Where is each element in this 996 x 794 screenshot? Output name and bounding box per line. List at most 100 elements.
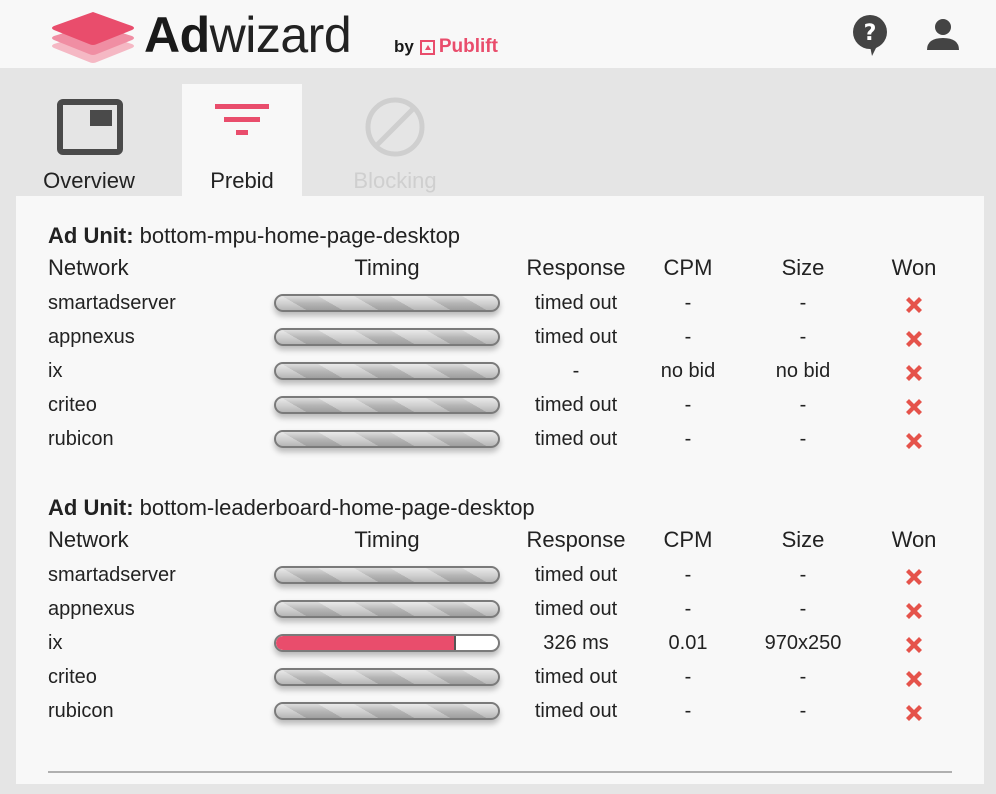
bid-row: ix 326 ms 0.01 970x250 — [48, 626, 952, 660]
timing-bar — [274, 566, 500, 584]
cpm-value: - — [684, 666, 692, 688]
timing-bar — [274, 328, 500, 346]
stacked-layers-logo-icon — [52, 12, 134, 63]
tab-blocking[interactable]: Blocking — [335, 84, 455, 196]
response-value: timed out — [534, 326, 618, 348]
network-name: criteo — [48, 394, 97, 416]
network-name: ix — [48, 632, 63, 654]
response-value: - — [572, 360, 580, 382]
tab-bar: Overview Prebid Blocking — [0, 68, 996, 196]
bid-row: appnexus timed out - - — [48, 592, 952, 626]
top-bar: Adwizard by Publift ? — [0, 0, 996, 68]
header-won: Won — [891, 527, 937, 552]
timing-bar — [274, 600, 500, 618]
ad-unit-name: bottom-leaderboard-home-page-desktop — [139, 495, 535, 520]
cpm-value: - — [684, 292, 692, 314]
network-name: smartadserver — [48, 292, 176, 314]
header-network: Network — [48, 527, 129, 552]
size-value: - — [799, 700, 807, 722]
size-value: - — [799, 292, 807, 314]
timing-bar — [274, 702, 500, 720]
timing-bar — [274, 668, 500, 686]
filter-funnel-icon — [215, 104, 269, 135]
red-x-icon — [906, 603, 922, 619]
header-response: Response — [526, 255, 626, 280]
tab-overview[interactable]: Overview — [29, 84, 149, 196]
cpm-value: - — [684, 326, 692, 348]
table-header: Network Timing Response CPM Size Won — [48, 522, 952, 558]
by-label: by — [394, 37, 414, 56]
overview-window-icon — [57, 99, 123, 155]
svg-text:?: ? — [864, 21, 877, 46]
size-value: - — [799, 428, 807, 450]
network-name: appnexus — [48, 326, 135, 348]
network-name: appnexus — [48, 598, 135, 620]
response-value: 326 ms — [543, 632, 609, 654]
bid-row: smartadserver timed out - - — [48, 558, 952, 592]
bid-row: rubicon timed out - - — [48, 694, 952, 728]
response-value: timed out — [534, 428, 618, 450]
block-circle-icon — [365, 97, 425, 157]
timing-bar — [274, 634, 500, 652]
cpm-value: - — [684, 700, 692, 722]
cpm-value: no bid — [660, 360, 716, 382]
ad-unit-section: Ad Unit: bottom-mpu-home-page-desktop Ne… — [48, 222, 952, 456]
timing-bar-fill — [276, 636, 456, 650]
red-x-icon — [906, 637, 922, 653]
tab-overview-label: Overview — [43, 168, 135, 193]
tab-blocking-label: Blocking — [353, 168, 437, 193]
red-x-icon — [906, 569, 922, 585]
tab-prebid[interactable]: Prebid — [182, 84, 302, 196]
bid-row: smartadserver timed out - - — [48, 286, 952, 320]
bid-row: ix - no bid no bid — [48, 354, 952, 388]
red-x-icon — [906, 433, 922, 449]
header-timing: Timing — [354, 255, 420, 280]
red-x-icon — [906, 399, 922, 415]
network-name: rubicon — [48, 700, 114, 722]
header-network: Network — [48, 255, 129, 280]
response-value: timed out — [534, 564, 618, 586]
user-account-button[interactable] — [922, 12, 962, 56]
help-bubble-icon: ? — [853, 15, 887, 56]
bid-rows: smartadserver timed out - - appnexus tim… — [48, 286, 952, 456]
header-cpm: CPM — [663, 527, 713, 552]
prebid-panel: Ad Unit: bottom-mpu-home-page-desktop Ne… — [16, 196, 984, 784]
bid-row: rubicon timed out - - — [48, 422, 952, 456]
table-header: Network Timing Response CPM Size Won — [48, 250, 952, 286]
response-value: timed out — [534, 666, 618, 688]
cpm-value: 0.01 — [668, 632, 708, 654]
bid-row: appnexus timed out - - — [48, 320, 952, 354]
bid-row: criteo timed out - - — [48, 660, 952, 694]
timing-bar — [274, 396, 500, 414]
network-name: rubicon — [48, 428, 114, 450]
cpm-value: - — [684, 394, 692, 416]
help-button[interactable]: ? — [850, 12, 890, 56]
timing-bar — [274, 362, 500, 380]
by-publift: by Publift — [394, 36, 498, 58]
size-value: - — [799, 598, 807, 620]
ad-unit-title: Ad Unit: bottom-leaderboard-home-page-de… — [48, 495, 535, 520]
header-cpm: CPM — [663, 255, 713, 280]
red-x-icon — [906, 671, 922, 687]
ad-unit-section: Ad Unit: bottom-leaderboard-home-page-de… — [48, 494, 952, 728]
red-x-icon — [906, 331, 922, 347]
red-x-icon — [906, 705, 922, 721]
bid-row: criteo timed out - - — [48, 388, 952, 422]
cpm-value: - — [684, 598, 692, 620]
size-value: - — [799, 326, 807, 348]
header-response: Response — [526, 527, 626, 552]
cpm-value: - — [684, 564, 692, 586]
header-size: Size — [781, 527, 825, 552]
timing-bar — [274, 294, 500, 312]
brand-wordmark: Adwizard — [144, 7, 352, 63]
cpm-value: - — [684, 428, 692, 450]
publift-label: Publift — [438, 36, 498, 57]
tab-prebid-label: Prebid — [210, 168, 274, 193]
response-value: timed out — [534, 394, 618, 416]
size-value: - — [799, 666, 807, 688]
size-value: 970x250 — [764, 632, 842, 654]
header-won: Won — [891, 255, 937, 280]
won-status — [874, 422, 954, 463]
response-value: timed out — [534, 700, 618, 722]
size-value: - — [799, 394, 807, 416]
